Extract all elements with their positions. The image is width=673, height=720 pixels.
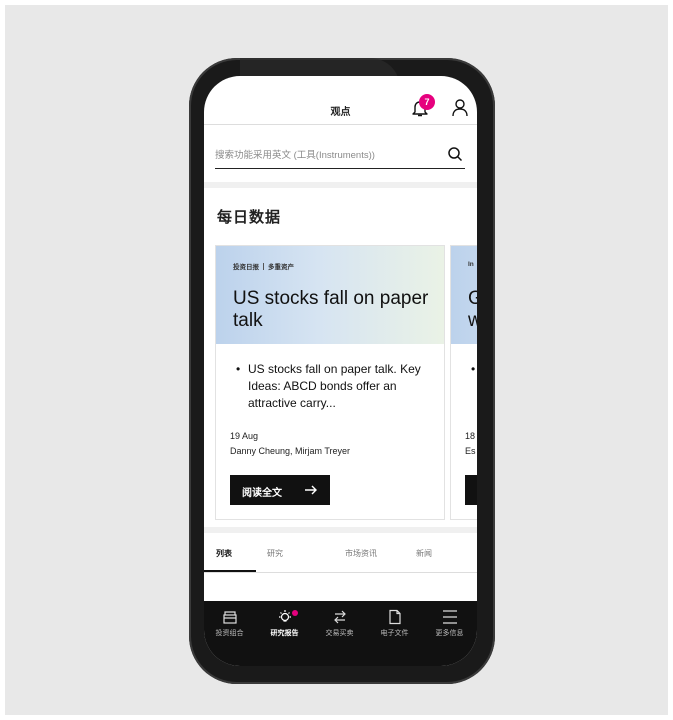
nav-portfolio[interactable]: 投资组合 xyxy=(204,601,257,646)
bullet-icon: • xyxy=(236,362,241,376)
card-tags: In xyxy=(468,261,474,268)
nav-label: 电子文件 xyxy=(380,630,409,637)
tab-news[interactable]: 新闻 xyxy=(416,548,432,559)
swap-arrows-icon xyxy=(333,610,346,624)
card-authors: Es xyxy=(465,446,476,456)
nav-label: 投资组合 xyxy=(215,630,244,637)
search-bar xyxy=(215,144,465,169)
nav-more[interactable]: 更多信息 xyxy=(422,601,477,646)
notification-badge: 7 xyxy=(419,94,435,110)
tab-research[interactable]: 研究 xyxy=(267,548,283,559)
document-icon xyxy=(388,609,401,625)
card-title: G w xyxy=(468,288,477,332)
card-tags: 投资日报 多重资产 xyxy=(233,261,294,271)
nav-label: 更多信息 xyxy=(435,630,464,637)
card-title: US stocks fall on paper talk xyxy=(233,288,429,331)
read-more-button[interactable]: 阅读全文 xyxy=(230,475,330,505)
page-title: 观点 xyxy=(330,107,351,118)
nav-research[interactable]: 研究报告 xyxy=(257,601,312,646)
phone-screen: 观点 7 每日数据 投资日报 多重资产 US stocks fall on pap… xyxy=(204,76,477,666)
card-header: In G w xyxy=(451,246,477,344)
nav-documents[interactable]: 电子文件 xyxy=(367,601,422,646)
report-card[interactable]: In G w • 18 Es xyxy=(450,245,477,520)
menu-icon xyxy=(442,610,457,624)
header-divider xyxy=(204,124,477,125)
tab-market-news[interactable]: 市场资讯 xyxy=(345,548,377,559)
report-card[interactable]: 投资日报 多重资产 US stocks fall on paper talk • … xyxy=(215,245,445,520)
tab-bar: 列表 研究 市场资讯 新闻 xyxy=(204,542,477,573)
notification-dot xyxy=(292,610,298,616)
read-more-button[interactable] xyxy=(465,475,477,505)
search-icon[interactable] xyxy=(447,146,463,162)
card-date: 19 Aug xyxy=(230,431,259,441)
nav-label: 交易买卖 xyxy=(325,630,354,637)
nav-label: 研究报告 xyxy=(270,630,299,637)
active-tab-indicator xyxy=(204,570,256,572)
nav-trade[interactable]: 交易买卖 xyxy=(312,601,367,646)
card-authors: Danny Cheung, Mirjam Treyer xyxy=(230,446,351,456)
card-header: 投资日报 多重资产 US stocks fall on paper talk xyxy=(216,246,444,344)
card-summary: • US stocks fall on paper talk. Key Idea… xyxy=(236,361,434,412)
card-date: 18 xyxy=(465,431,476,441)
tag-separator xyxy=(263,263,264,270)
section-divider xyxy=(204,527,477,533)
portfolio-icon xyxy=(222,611,237,624)
card-tag-primary: 投资日报 xyxy=(233,264,259,271)
arrow-right-icon xyxy=(305,485,317,495)
user-icon[interactable] xyxy=(451,98,469,118)
section-divider xyxy=(204,182,477,188)
bullet-icon: • xyxy=(471,362,476,376)
tab-list[interactable]: 列表 xyxy=(216,548,232,559)
read-more-label: 阅读全文 xyxy=(242,488,282,499)
search-input[interactable] xyxy=(215,146,435,164)
section-title: 每日数据 xyxy=(217,209,282,226)
card-summary-text: US stocks fall on paper talk. Key Ideas:… xyxy=(248,362,421,410)
card-tag-primary: In xyxy=(468,261,474,268)
card-tag-secondary: 多重资产 xyxy=(268,264,294,271)
lightbulb-icon xyxy=(278,610,291,622)
app-header: 观点 7 xyxy=(204,76,477,124)
bottom-navigation: 投资组合 研究报告 交易买卖 电子文件 更多信息 xyxy=(204,601,477,666)
